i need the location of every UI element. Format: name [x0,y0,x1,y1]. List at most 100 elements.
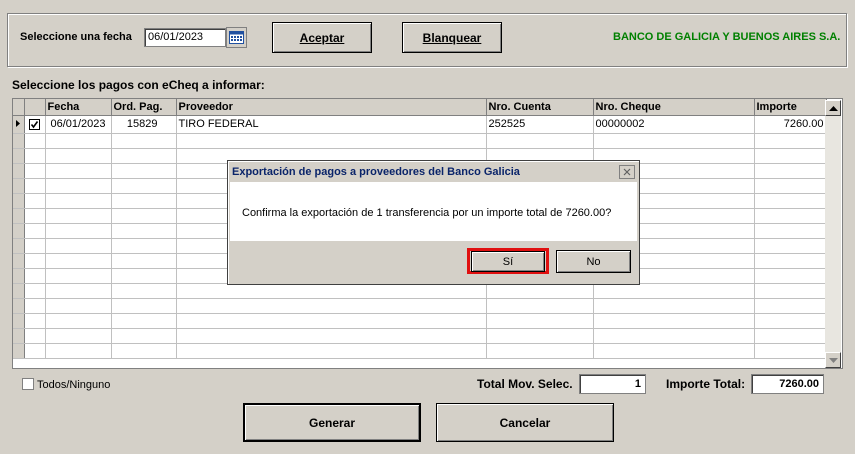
empty-cell [754,343,827,359]
empty-cell [111,343,177,359]
empty-cell [593,328,755,344]
col-nro-cuenta[interactable]: Nro. Cuenta [486,99,594,116]
empty-cell [45,298,112,314]
row-checkbox[interactable] [29,118,40,130]
scroll-up-button[interactable] [825,100,841,116]
row-indicator [13,253,25,269]
empty-cell [45,133,112,149]
empty-cell [593,313,755,329]
row-indicator [13,208,25,224]
col-ord-pag[interactable]: Ord. Pag. [111,99,177,116]
row-indicator [13,193,25,209]
accept-label: Aceptar [299,30,345,45]
empty-cell [24,253,46,269]
col-nro-cheque[interactable]: Nro. Cheque [593,99,755,116]
empty-cell [24,208,46,224]
header-row: Fecha Ord. Pag. Proveedor Nro. Cuenta Nr… [13,99,827,116]
empty-cell [111,163,177,179]
scroll-down-button[interactable] [825,352,841,368]
empty-cell [486,133,594,149]
empty-cell [754,163,827,179]
empty-cell [45,148,112,164]
empty-cell [24,148,46,164]
dialog-title: Exportación de pagos a proveedores del B… [232,166,520,178]
empty-cell [111,208,177,224]
empty-cell [486,313,594,329]
cell-proveedor: TIRO FEDERAL [176,115,487,134]
total-amount-field: 7260.00 [751,374,824,394]
cancel-button[interactable]: Cancelar [436,403,614,442]
date-field[interactable]: 06/01/2023 [144,28,226,47]
empty-cell [754,283,827,299]
empty-cell [754,133,827,149]
row-indicator [13,148,25,164]
dialog-message: Confirma la exportación de 1 transferenc… [242,207,612,219]
empty-cell [24,268,46,284]
empty-cell [754,313,827,329]
table-row[interactable] [13,313,827,329]
empty-cell [45,238,112,254]
empty-cell [111,313,177,329]
empty-cell [111,223,177,239]
dialog-close-button[interactable] [619,165,635,179]
empty-cell [486,298,594,314]
empty-cell [111,148,177,164]
table-row[interactable] [13,328,827,344]
yes-button[interactable]: Sí [471,251,545,272]
calendar-button[interactable] [226,27,247,48]
col-fecha[interactable]: Fecha [45,99,112,116]
row-pointer-icon [16,119,20,127]
empty-cell [111,283,177,299]
check-header [24,99,46,116]
checkmark-icon [30,120,39,128]
all-none-checkbox[interactable] [22,378,34,390]
empty-cell [593,283,755,299]
empty-cell [45,163,112,179]
empty-cell [486,283,594,299]
row-indicator [13,238,25,254]
total-amount-label: Importe Total: [666,377,746,391]
empty-cell [593,343,755,359]
cell-nro-cuenta: 252525 [486,115,594,134]
table-row[interactable] [13,343,827,359]
empty-cell [754,253,827,269]
empty-cell [45,223,112,239]
empty-cell [176,328,487,344]
row-indicator [13,178,25,194]
empty-cell [45,268,112,284]
empty-cell [754,268,827,284]
col-importe[interactable]: Importe [754,99,827,116]
row-indicator [13,133,25,149]
row-indicator [13,115,25,134]
no-button[interactable]: No [556,250,631,273]
empty-cell [111,253,177,269]
empty-cell [111,178,177,194]
col-proveedor[interactable]: Proveedor [176,99,487,116]
cell-ord-pag: 15829 [111,115,177,134]
table-row[interactable] [13,133,827,149]
export-dialog: Exportación de pagos a proveedores del B… [227,160,640,285]
row-indicator [13,223,25,239]
empty-cell [111,328,177,344]
empty-cell [24,178,46,194]
row-indicator [13,283,25,299]
cell-importe: 7260.00 [754,115,827,134]
dialog-body: Confirma la exportación de 1 transferenc… [230,182,637,241]
clear-button[interactable]: Blanquear [402,22,502,53]
empty-cell [24,133,46,149]
table-row[interactable]: 06/01/2023 15829 TIRO FEDERAL 252525 000… [13,115,827,134]
empty-cell [593,298,755,314]
generate-button[interactable]: Generar [243,403,421,442]
accept-button[interactable]: Aceptar [272,22,372,53]
row-checkbox-cell[interactable] [24,115,46,134]
table-row[interactable] [13,298,827,314]
vertical-scrollbar[interactable] [825,100,841,368]
row-indicator [13,163,25,179]
empty-cell [754,223,827,239]
table-row[interactable] [13,283,827,299]
empty-cell [176,283,487,299]
empty-cell [754,238,827,254]
empty-cell [24,283,46,299]
calendar-icon [229,31,244,44]
empty-cell [754,148,827,164]
